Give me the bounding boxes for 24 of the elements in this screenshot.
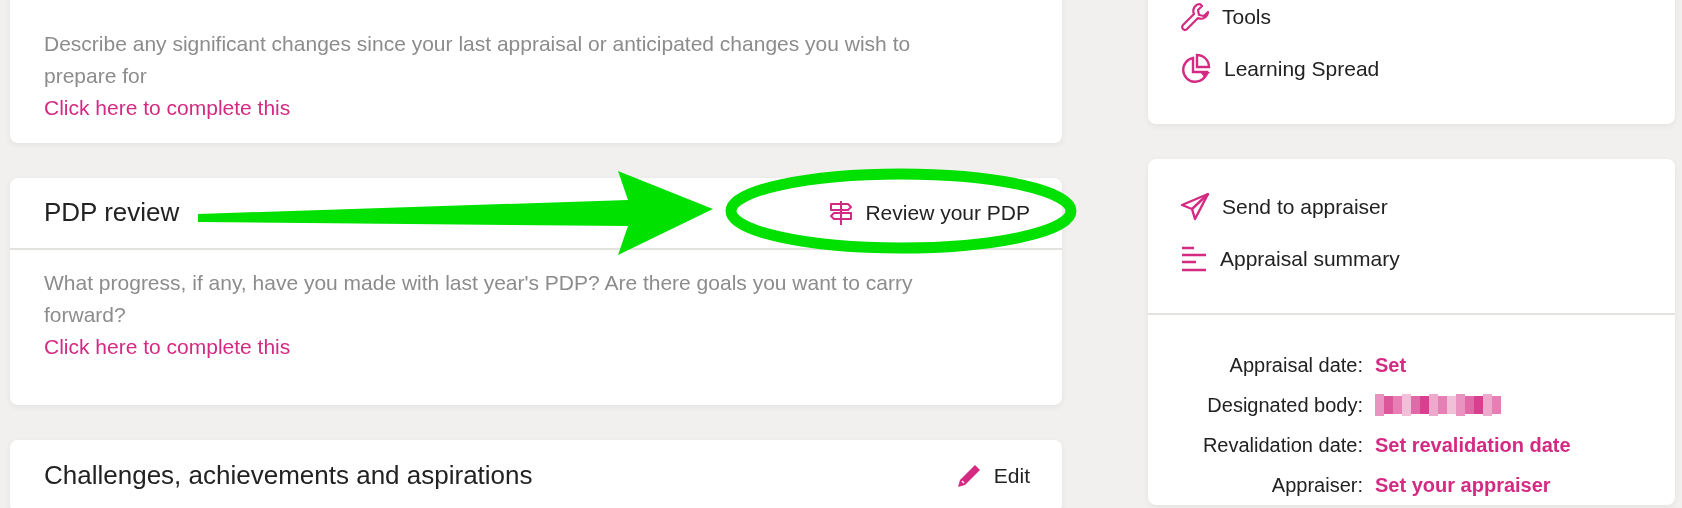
detail-label: Appraisal date:: [1228, 353, 1363, 378]
paper-plane-icon: [1180, 192, 1210, 222]
detail-link[interactable]: Set revalidation date: [1375, 425, 1643, 465]
detail-label: Appraiser:: [1270, 473, 1363, 498]
complete-link[interactable]: Click here to complete this: [44, 96, 291, 119]
sidebar-link[interactable]: Send to appraiser: [1180, 181, 1643, 233]
pencil-icon: [955, 463, 982, 489]
sidebar-link[interactable]: Tools: [1180, 0, 1643, 43]
edit-button[interactable]: Edit: [955, 460, 1030, 492]
section-title: PDP review: [44, 197, 180, 229]
detail-label: Revalidation date:: [1201, 433, 1363, 458]
prompt-text: What progress, if any, have you made with last year's PDP? Are there goals you want to carry forward?: [44, 270, 914, 328]
lines-icon: [1180, 246, 1208, 272]
signpost-icon: [829, 200, 854, 226]
pie-chart-icon: [1180, 53, 1212, 85]
detail-label: Designated body:: [1206, 393, 1363, 418]
sidebar-link[interactable]: Learning Spread: [1180, 43, 1643, 95]
section-title: Challenges, achievements and aspirations: [44, 460, 533, 492]
detail-link[interactable]: Set your appraiser: [1375, 465, 1643, 505]
wrench-icon: [1180, 2, 1210, 32]
complete-link[interactable]: Click here to complete this: [44, 335, 291, 358]
sidebar-link[interactable]: Appraisal summary: [1180, 233, 1643, 285]
prompt-text: Describe any significant changes since your last appraisal or anticipated changes you wish to prepare for: [44, 31, 912, 89]
detail-link[interactable]: Set: [1375, 345, 1643, 385]
